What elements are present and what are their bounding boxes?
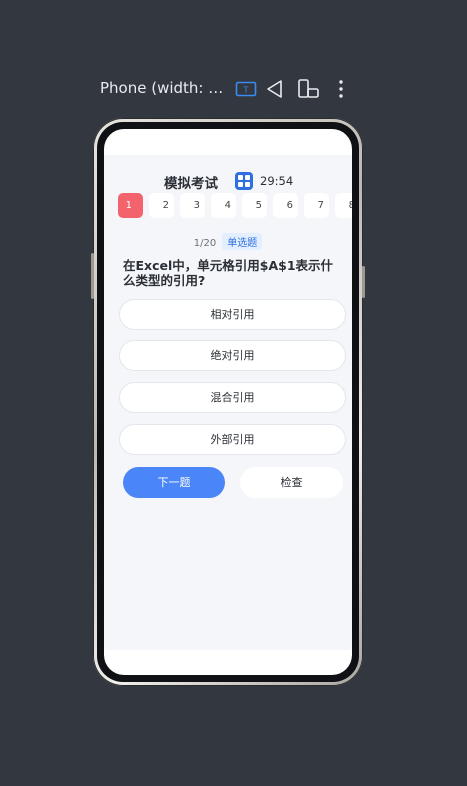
question-meta: 1/20 单选题 — [104, 233, 352, 250]
question-number-4[interactable]: 4 — [211, 193, 236, 218]
question-number-5[interactable]: 5 — [242, 193, 267, 218]
rotate-device-icon[interactable] — [297, 78, 319, 100]
next-question-button[interactable]: 下一题 — [123, 467, 225, 498]
question-type-badge: 单选题 — [222, 233, 263, 250]
question-grid-icon[interactable] — [235, 172, 253, 190]
question-number-7[interactable]: 7 — [304, 193, 329, 218]
svg-text:T: T — [243, 86, 249, 95]
tablet-icon[interactable]: T — [235, 78, 257, 100]
exam-page: 模拟考试 29:54 12345678 1/20 单选题 在Excel中，单元格引… — [104, 155, 352, 650]
phone-screen: 模拟考试 29:54 12345678 1/20 单选题 在Excel中，单元格引… — [104, 129, 352, 675]
question-text: 在Excel中，单元格引用$A$1表示什么类型的引用? — [123, 258, 334, 288]
question-number-6[interactable]: 6 — [273, 193, 298, 218]
phone-frame: 模拟考试 29:54 12345678 1/20 单选题 在Excel中，单元格引… — [91, 118, 365, 686]
countdown-timer: 29:54 — [260, 174, 294, 188]
power-button — [362, 266, 365, 298]
exam-header: 模拟考试 29:54 — [104, 172, 352, 192]
question-number-8[interactable]: 8 — [335, 193, 352, 218]
device-preview-title[interactable]: Phone (width: s… — [100, 79, 228, 97]
question-navigator: 12345678 — [118, 193, 352, 219]
back-icon[interactable] — [264, 78, 286, 100]
more-icon[interactable] — [330, 78, 352, 100]
question-progress: 1/20 — [193, 238, 217, 249]
answer-option-1[interactable]: 相对引用 — [119, 299, 346, 330]
answer-option-4[interactable]: 外部引用 — [119, 424, 346, 455]
question-number-3[interactable]: 3 — [180, 193, 205, 218]
question-number-2[interactable]: 2 — [149, 193, 174, 218]
check-answer-button[interactable]: 检查 — [240, 467, 343, 498]
question-number-1[interactable]: 1 — [118, 193, 143, 218]
answer-option-3[interactable]: 混合引用 — [119, 382, 346, 413]
answer-option-2[interactable]: 绝对引用 — [119, 340, 346, 371]
page-title: 模拟考试 — [164, 176, 218, 192]
phone-bezel: 模拟考试 29:54 12345678 1/20 单选题 在Excel中，单元格引… — [97, 122, 359, 682]
volume-button — [91, 253, 94, 299]
